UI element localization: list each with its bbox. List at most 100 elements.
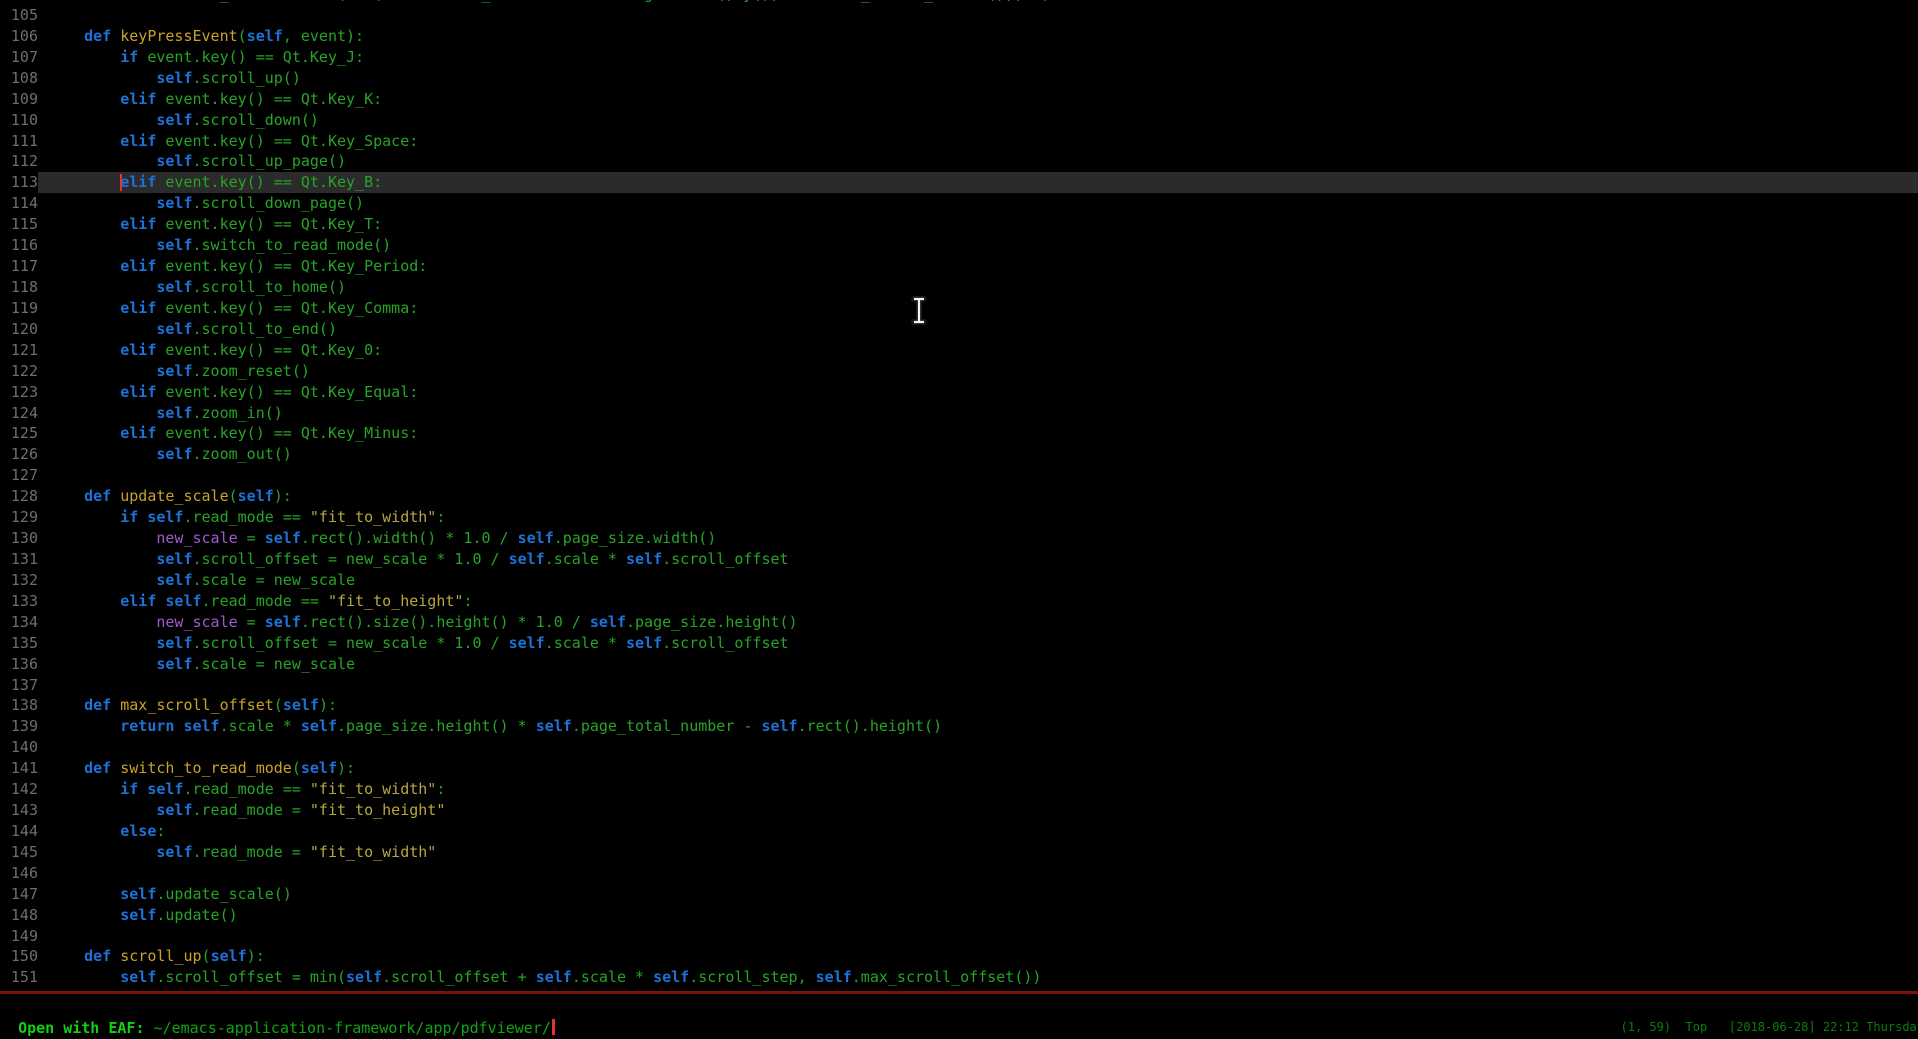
code-line[interactable]: 142 if self.read_mode == "fit_to_width":: [0, 779, 1918, 800]
code-line[interactable]: 119 elif event.key() == Qt.Key_Comma:: [0, 298, 1918, 319]
code-text: else:: [38, 821, 1918, 842]
line-number: 114: [0, 193, 38, 214]
code-line[interactable]: 118 self.scroll_to_home(): [0, 277, 1918, 298]
code-line[interactable]: 135 self.scroll_offset = new_scale * 1.0…: [0, 633, 1918, 654]
code-line[interactable]: 117 elif event.key() == Qt.Key_Period:: [0, 256, 1918, 277]
code-line[interactable]: 150 def scroll_up(self):: [0, 946, 1918, 967]
code-text: def max_scroll_offset(self):: [38, 695, 1918, 716]
line-number: 151: [0, 967, 38, 988]
minibuffer-input[interactable]: ~/emacs-application-framework/app/pdfvie…: [154, 1019, 551, 1037]
code-line[interactable]: 105: [0, 5, 1918, 26]
line-number: 111: [0, 131, 38, 152]
code-line[interactable]: 139 return self.scale * self.page_size.h…: [0, 716, 1918, 737]
line-number: 125: [0, 423, 38, 444]
code-line[interactable]: 113 elif event.key() == Qt.Key_B:: [0, 172, 1918, 193]
code-line[interactable]: 149: [0, 926, 1918, 947]
code-text: elif event.key() == Qt.Key_Space:: [38, 131, 1918, 152]
code-line[interactable]: 133 elif self.read_mode == "fit_to_heigh…: [0, 591, 1918, 612]
line-number: 107: [0, 47, 38, 68]
code-text: if self.read_mode == "fit_to_width":: [38, 507, 1918, 528]
code-line[interactable]: 128 def update_scale(self):: [0, 486, 1918, 507]
code-line[interactable]: 141 def switch_to_read_mode(self):: [0, 758, 1918, 779]
line-number: 136: [0, 654, 38, 675]
line-number: 112: [0, 151, 38, 172]
code-line[interactable]: 123 elif event.key() == Qt.Key_Equal:: [0, 382, 1918, 403]
line-number: 146: [0, 863, 38, 884]
line-number: 132: [0, 570, 38, 591]
code-line[interactable]: 144 else:: [0, 821, 1918, 842]
line-number: 118: [0, 277, 38, 298]
code-text: self.zoom_in(): [38, 403, 1918, 424]
code-line[interactable]: 146: [0, 863, 1918, 884]
code-line[interactable]: 138 def max_scroll_offset(self):: [0, 695, 1918, 716]
line-number: 142: [0, 779, 38, 800]
line-number: 131: [0, 549, 38, 570]
code-line[interactable]: 126 self.zoom_out(): [0, 444, 1918, 465]
code-text: elif event.key() == Qt.Key_Minus:: [38, 423, 1918, 444]
code-line[interactable]: 140: [0, 737, 1918, 758]
line-number: 122: [0, 361, 38, 382]
code-line[interactable]: 125 elif event.key() == Qt.Key_Minus:: [0, 423, 1918, 444]
code-line[interactable]: 116 self.switch_to_read_mode(): [0, 235, 1918, 256]
code-line[interactable]: 121 elif event.key() == Qt.Key_0:: [0, 340, 1918, 361]
line-number: 135: [0, 633, 38, 654]
code-line[interactable]: 137: [0, 675, 1918, 696]
line-number: 140: [0, 737, 38, 758]
line-number: 124: [0, 403, 38, 424]
code-text: self.scroll_to_end(): [38, 319, 1918, 340]
minibuffer-cursor: [552, 1019, 555, 1035]
line-number: 128: [0, 486, 38, 507]
code-line[interactable]: 134 new_scale = self.rect().size().heigh…: [0, 612, 1918, 633]
code-text: [38, 5, 1918, 26]
code-line[interactable]: 112 self.scroll_up_page(): [0, 151, 1918, 172]
code-line[interactable]: 124 self.zoom_in(): [0, 403, 1918, 424]
mouse-cursor-ibeam: [910, 296, 930, 326]
code-line[interactable]: 122 self.zoom_reset(): [0, 361, 1918, 382]
line-number: 141: [0, 758, 38, 779]
code-text: self.scale = new_scale: [38, 570, 1918, 591]
code-text: [38, 737, 1918, 758]
code-line[interactable]: 147 self.update_scale(): [0, 884, 1918, 905]
code-text: return self.scale * self.page_size.heigh…: [38, 716, 1918, 737]
code-line[interactable]: 145 self.read_mode = "fit_to_width": [0, 842, 1918, 863]
code-line[interactable]: 136 self.scale = new_scale: [0, 654, 1918, 675]
code-line[interactable]: 110 self.scroll_down(): [0, 110, 1918, 131]
code-text: if event.key() == Qt.Key_J:: [38, 47, 1918, 68]
code-text: elif event.key() == Qt.Key_B:: [38, 172, 1918, 193]
line-number: 149: [0, 926, 38, 947]
code-line[interactable]: 130 new_scale = self.rect().width() * 1.…: [0, 528, 1918, 549]
mode-line: [0, 991, 1918, 994]
code-text: elif self.read_mode == "fit_to_height":: [38, 591, 1918, 612]
code-text: def keyPressEvent(self, event):: [38, 26, 1918, 47]
line-number: 133: [0, 591, 38, 612]
code-line[interactable]: 109 elif event.key() == Qt.Key_K:: [0, 89, 1918, 110]
code-buffer[interactable]: 104 self.scroll_offset = max(min(self.sc…: [0, 0, 1918, 988]
code-line[interactable]: 151 self.scroll_offset = min(self.scroll…: [0, 967, 1918, 988]
code-text: self.zoom_reset(): [38, 361, 1918, 382]
code-line[interactable]: 120 self.scroll_to_end(): [0, 319, 1918, 340]
line-number: 137: [0, 675, 38, 696]
code-line[interactable]: 143 self.read_mode = "fit_to_height": [0, 800, 1918, 821]
code-text: [38, 926, 1918, 947]
line-number: 143: [0, 800, 38, 821]
code-line[interactable]: 111 elif event.key() == Qt.Key_Space:: [0, 131, 1918, 152]
code-line[interactable]: 108 self.scroll_up(): [0, 68, 1918, 89]
date-indicator: [2018-06-28]: [1729, 1020, 1816, 1034]
code-line[interactable]: 106 def keyPressEvent(self, event):: [0, 26, 1918, 47]
code-line[interactable]: 114 self.scroll_down_page(): [0, 193, 1918, 214]
line-number: 147: [0, 884, 38, 905]
line-number: 108: [0, 68, 38, 89]
code-line[interactable]: 129 if self.read_mode == "fit_to_width":: [0, 507, 1918, 528]
code-line[interactable]: 132 self.scale = new_scale: [0, 570, 1918, 591]
minibuffer[interactable]: Open with EAF: ~/emacs-application-frame…: [0, 997, 1918, 1018]
line-number: 121: [0, 340, 38, 361]
code-line[interactable]: 115 elif event.key() == Qt.Key_T:: [0, 214, 1918, 235]
code-line[interactable]: 131 self.scroll_offset = new_scale * 1.0…: [0, 549, 1918, 570]
code-text: self.scroll_up_page(): [38, 151, 1918, 172]
code-line[interactable]: 107 if event.key() == Qt.Key_J:: [0, 47, 1918, 68]
code-text: elif event.key() == Qt.Key_Comma:: [38, 298, 1918, 319]
status-tray: (1, 59) Top [2018-06-28] 22:12 Thursday: [1621, 1017, 1918, 1037]
code-line[interactable]: 148 self.update(): [0, 905, 1918, 926]
code-line[interactable]: 127: [0, 465, 1918, 486]
code-text: new_scale = self.rect().width() * 1.0 / …: [38, 528, 1918, 549]
